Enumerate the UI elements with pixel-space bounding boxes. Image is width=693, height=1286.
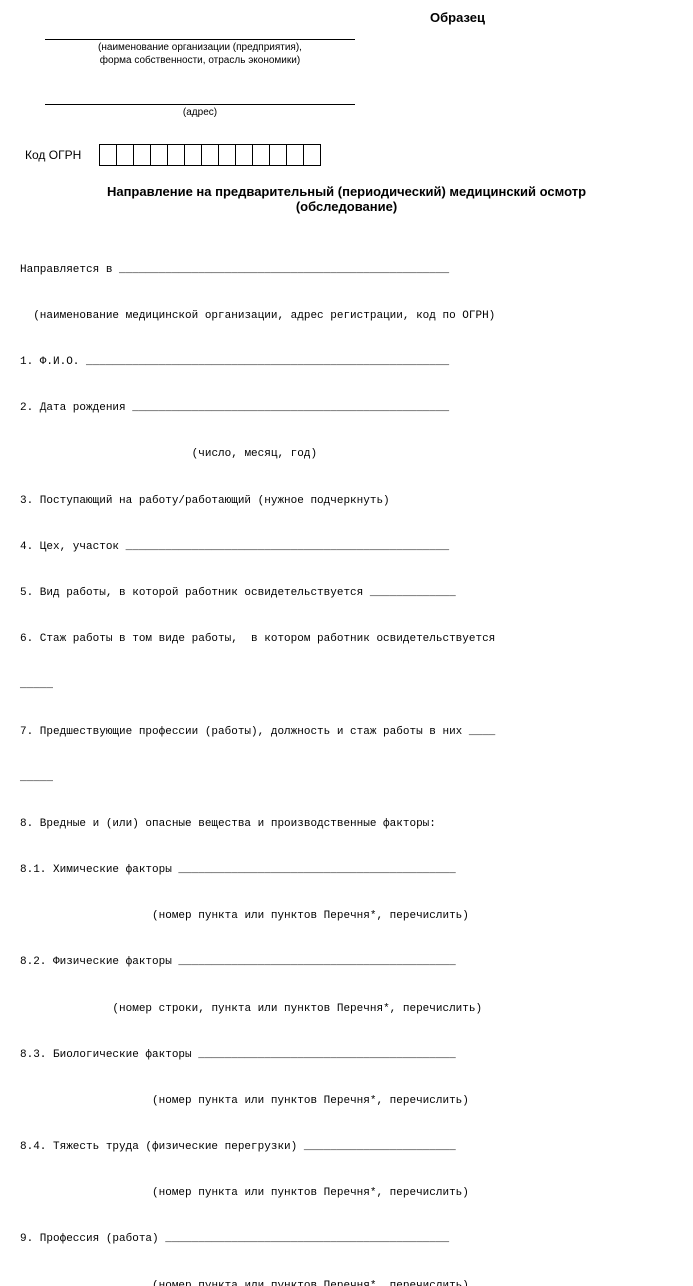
line-8-3-caption: (номер пункта или пунктов Перечня*, пере… xyxy=(20,1094,673,1109)
line-9: 9. Профессия (работа) __________________… xyxy=(20,1232,673,1247)
line-8-4: 8.4. Тяжесть труда (физические перегрузк… xyxy=(20,1140,673,1155)
line-napravlyaetsya: Направляется в _________________________… xyxy=(20,263,673,278)
ogrn-cell xyxy=(235,144,253,166)
ogrn-cell xyxy=(167,144,185,166)
line-vrednye: 8. Вредные и (или) опасные вещества и пр… xyxy=(20,817,673,832)
ogrn-cell xyxy=(133,144,151,166)
line-med-org-caption: (наименование медицинской организации, а… xyxy=(20,309,673,324)
line-8-2-caption: (номер строки, пункта или пунктов Перечн… xyxy=(20,1002,673,1017)
line-vid-raboty: 5. Вид работы, в которой работник освиде… xyxy=(20,586,673,601)
ogrn-row: Код ОГРН xyxy=(20,144,673,166)
address-fill-line xyxy=(45,90,355,105)
line-8-3: 8.3. Биологические факторы _____________… xyxy=(20,1048,673,1063)
line-9-caption: (номер пункта или пунктов Перечня*, пере… xyxy=(20,1279,673,1286)
line-8-4-caption: (номер пункта или пунктов Перечня*, пере… xyxy=(20,1186,673,1201)
ogrn-boxes xyxy=(99,144,321,166)
organization-block: (наименование организации (предприятия),… xyxy=(45,25,355,66)
line-predshestvuyushchie: 7. Предшествующие профессии (работы), до… xyxy=(20,725,673,740)
sample-label: Образец xyxy=(430,10,485,25)
line-dob: 2. Дата рождения _______________________… xyxy=(20,401,673,416)
ogrn-cell xyxy=(286,144,304,166)
form-body: Направляется в _________________________… xyxy=(20,232,673,1286)
line-dob-caption: (число, месяц, год) xyxy=(20,447,673,462)
ogrn-cell xyxy=(99,144,117,166)
address-block: (адрес) xyxy=(45,90,355,118)
line-predshestvuyushchie-cont: _____ xyxy=(20,771,673,786)
address-caption: (адрес) xyxy=(45,107,355,118)
ogrn-cell xyxy=(269,144,287,166)
ogrn-cell xyxy=(218,144,236,166)
line-8-2: 8.2. Физические факторы ________________… xyxy=(20,955,673,970)
line-stazh-cont: _____ xyxy=(20,678,673,693)
organization-caption-1: (наименование организации (предприятия), xyxy=(45,42,355,53)
document-page: Образец (наименование организации (предп… xyxy=(0,0,693,643)
ogrn-cell xyxy=(303,144,321,166)
header-area: Образец (наименование организации (предп… xyxy=(20,10,673,120)
document-title: Направление на предварительный (периодич… xyxy=(28,184,665,214)
ogrn-cell xyxy=(150,144,168,166)
organization-fill-line xyxy=(45,25,355,40)
line-tsekh: 4. Цех, участок ________________________… xyxy=(20,540,673,555)
ogrn-cell xyxy=(184,144,202,166)
line-8-1-caption: (номер пункта или пунктов Перечня*, пере… xyxy=(20,909,673,924)
ogrn-cell xyxy=(201,144,219,166)
ogrn-cell xyxy=(116,144,134,166)
line-postupayushchiy: 3. Поступающий на работу/работающий (нуж… xyxy=(20,494,673,509)
organization-caption-2: форма собственности, отрасль экономики) xyxy=(45,55,355,66)
ogrn-cell xyxy=(252,144,270,166)
ogrn-label: Код ОГРН xyxy=(25,148,81,162)
line-stazh: 6. Стаж работы в том виде работы, в кото… xyxy=(20,632,673,647)
line-8-1: 8.1. Химические факторы ________________… xyxy=(20,863,673,878)
line-fio: 1. Ф.И.О. ______________________________… xyxy=(20,355,673,370)
